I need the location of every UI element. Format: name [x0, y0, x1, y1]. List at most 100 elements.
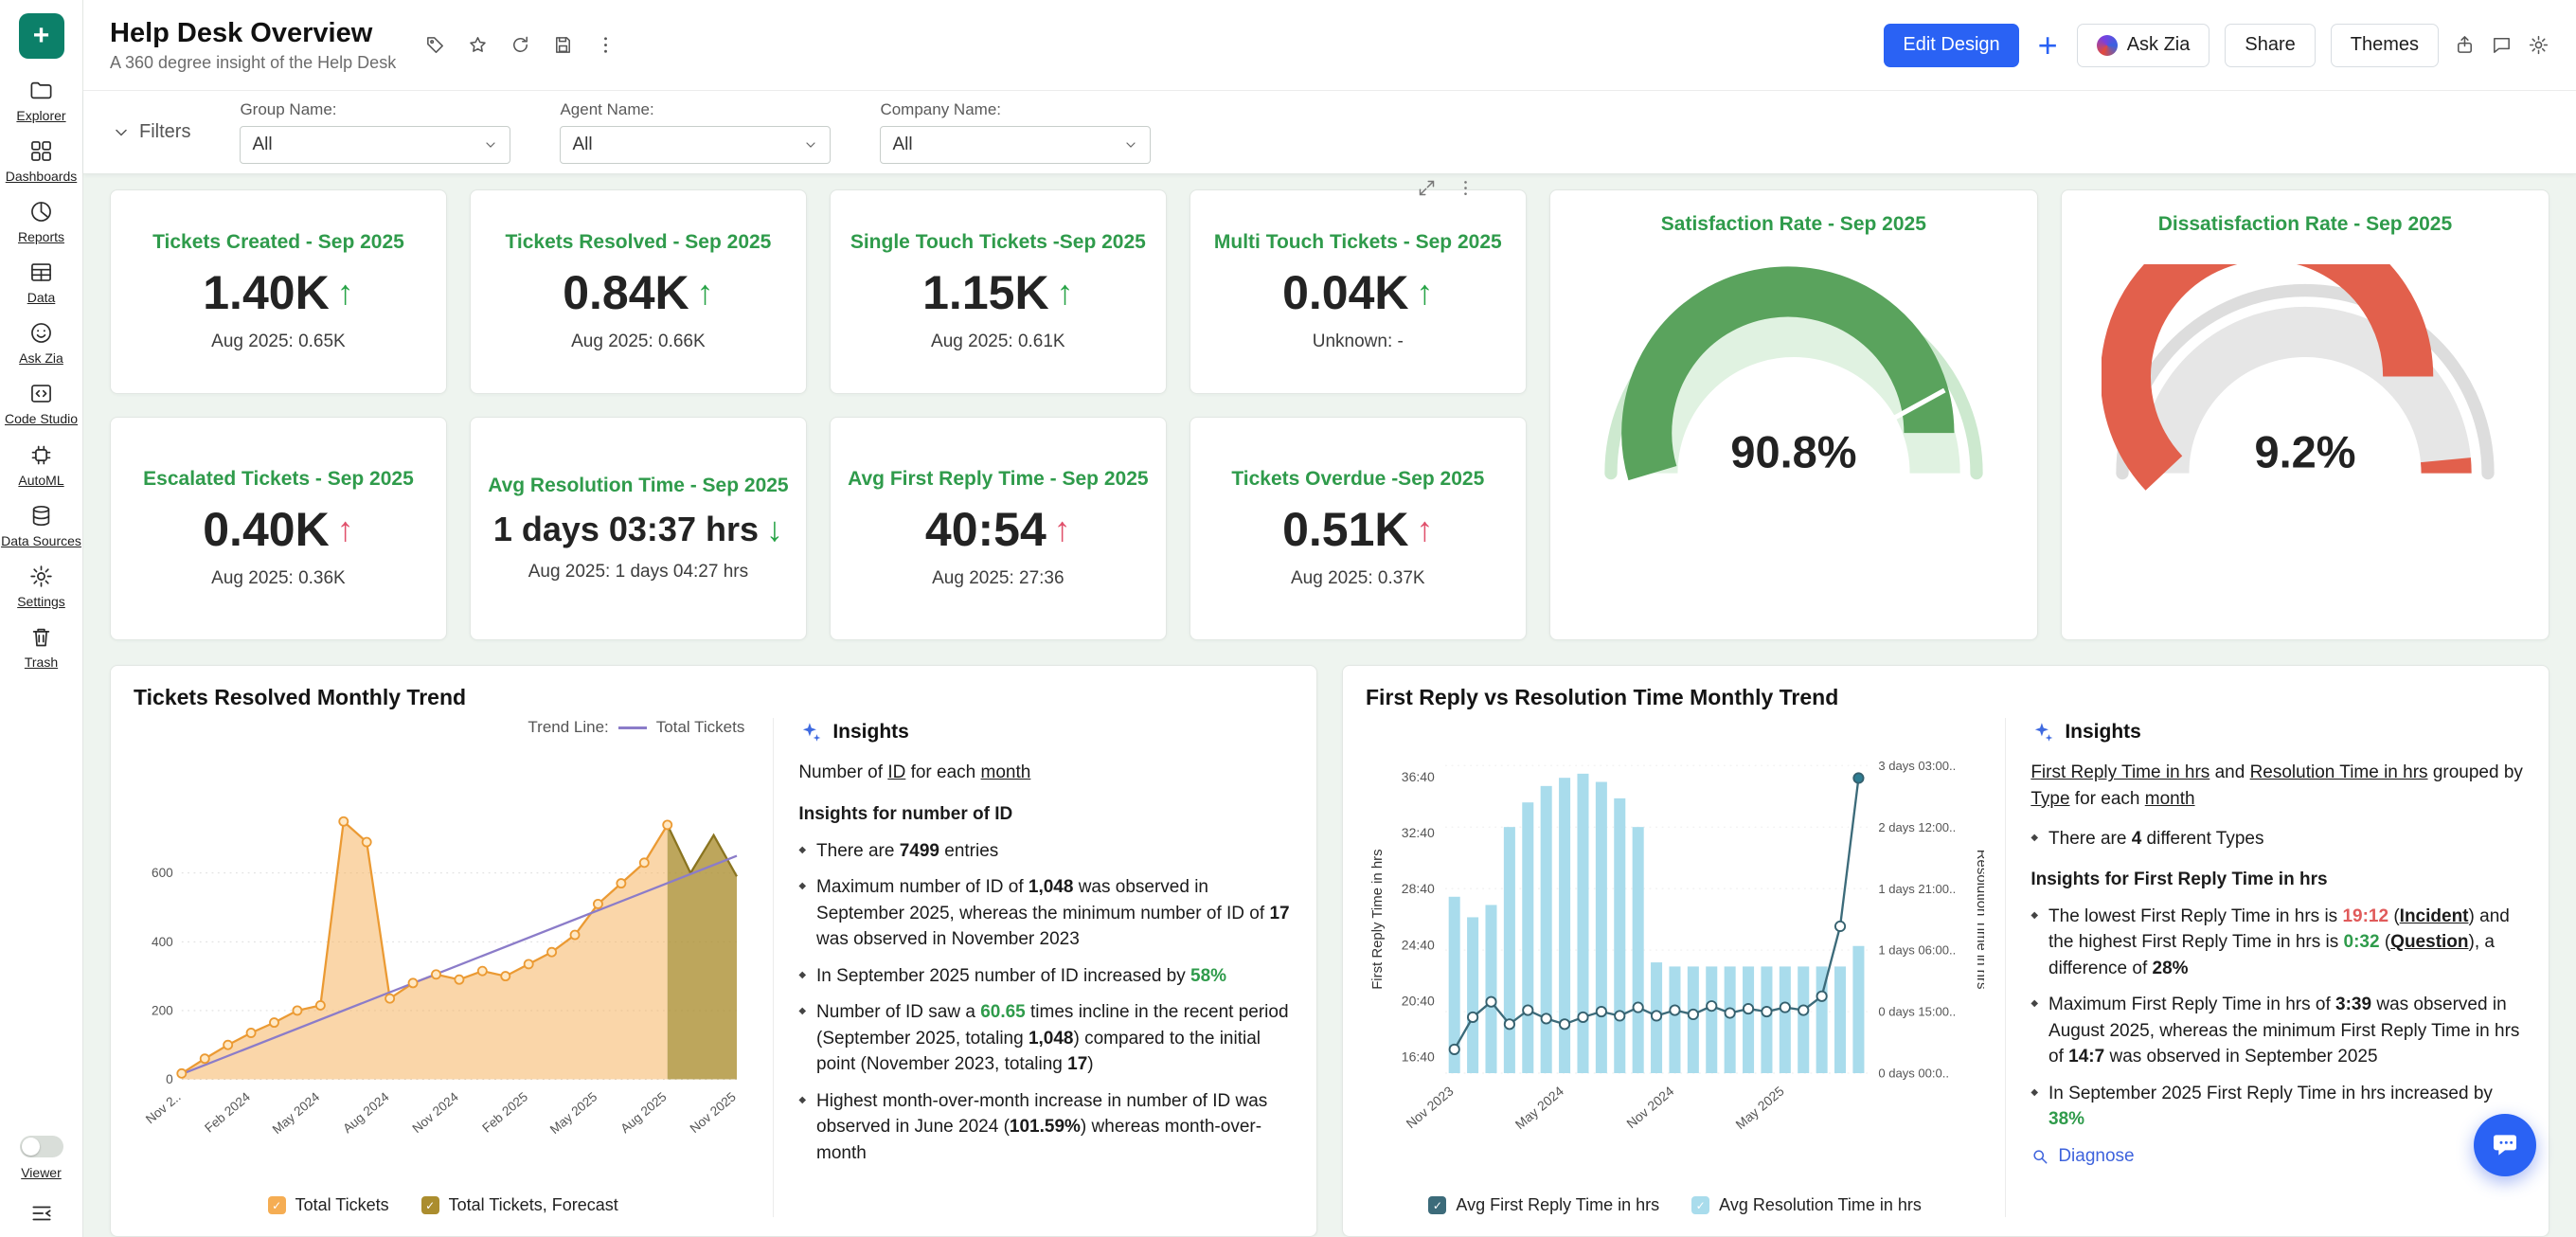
viewer-label: Viewer — [21, 1165, 62, 1180]
filter-agent-name: Agent Name: All — [560, 100, 831, 164]
collapse-sidebar-icon[interactable] — [29, 1201, 54, 1226]
trend-line-swatch — [618, 726, 647, 729]
insights-section-title: Insights for First Reply Time in hrs — [2030, 867, 2526, 893]
viewer-toggle[interactable] — [20, 1136, 63, 1157]
bullet-diamond-icon: ◆ — [798, 1005, 806, 1078]
svg-text:20:40: 20:40 — [1402, 993, 1435, 1008]
kpi-value: 1.40K↑ — [203, 269, 353, 316]
sidebar-item-explorer[interactable]: Explorer — [0, 78, 82, 123]
sidebar-item-data-sources[interactable]: Data Sources — [0, 503, 82, 548]
dashboard-canvas: Tickets Created - Sep 2025 1.40K↑ Aug 20… — [83, 174, 2576, 1237]
svg-text:2 days 12:00..: 2 days 12:00.. — [1878, 820, 1956, 834]
kpi-card-avg-first-reply[interactable]: Avg First Reply Time - Sep 2025 40:54↑ A… — [830, 417, 1167, 640]
bullet-text: Maximum number of ID of 1,048 was observ… — [816, 874, 1294, 953]
widget-expand-icon[interactable] — [1417, 178, 1437, 198]
company-name-select[interactable]: All — [880, 126, 1151, 164]
themes-button[interactable]: Themes — [2331, 24, 2439, 67]
first-reply-resolution-chart[interactable]: 0 days 00:0..0 days 15:00..1 days 06:00.… — [1366, 718, 1984, 1190]
widget-actions — [1417, 178, 1476, 198]
panel-first-reply-vs-resolution[interactable]: First Reply vs Resolution Time Monthly T… — [1342, 665, 2549, 1237]
sidebar-item-label: AutoML — [18, 473, 63, 488]
insights-bullet-list: ◆There are 7499 entries◆Maximum number o… — [798, 838, 1294, 1167]
sidebar-item-dashboards[interactable]: Dashboards — [0, 138, 82, 184]
sidebar-item-automl[interactable]: AutoML — [0, 442, 82, 488]
legend-item-avg-first-reply[interactable]: ✓ Avg First Reply Time in hrs — [1428, 1195, 1659, 1215]
insight-bullet: ◆In September 2025 First Reply Time in h… — [2030, 1081, 2526, 1133]
star-icon[interactable] — [467, 34, 489, 56]
filter-label: Agent Name: — [560, 100, 831, 119]
trash-icon — [28, 624, 54, 650]
kpi-title: Single Touch Tickets -Sep 2025 — [850, 231, 1146, 254]
legend-item-total-tickets[interactable]: ✓ Total Tickets — [268, 1195, 389, 1215]
kpi-trend-arrow: ↑ — [1417, 276, 1434, 310]
top-header: Help Desk Overview A 360 degree insight … — [83, 0, 2576, 91]
more-options-icon[interactable] — [595, 34, 617, 56]
kpi-subtext: Aug 2025: 0.37K — [1291, 568, 1425, 589]
app-logo[interactable]: + — [19, 13, 64, 59]
filters-toggle[interactable]: Filters — [112, 121, 190, 143]
sidebar-item-reports[interactable]: Reports — [0, 199, 82, 244]
sidebar-item-data[interactable]: Data — [0, 260, 82, 305]
insight-bullet: ◆Number of ID saw a 60.65 times incline … — [798, 999, 1294, 1078]
panel-tickets-resolved-trend[interactable]: Tickets Resolved Monthly Trend Trend Lin… — [110, 665, 1317, 1237]
share-button[interactable]: Share — [2225, 24, 2315, 67]
group-name-select[interactable]: All — [240, 126, 510, 164]
filter-group-name: Group Name: All — [240, 100, 510, 164]
svg-text:16:40: 16:40 — [1402, 1049, 1435, 1064]
sidebar-item-label: Trash — [25, 654, 58, 670]
export-icon[interactable] — [2454, 34, 2476, 56]
kpi-card-tickets-overdue[interactable]: Tickets Overdue -Sep 2025 0.51K↑ Aug 202… — [1190, 417, 1527, 640]
kpi-card-multi-touch[interactable]: Multi Touch Tickets - Sep 2025 0.04K↑ Un… — [1190, 189, 1527, 394]
kpi-card-avg-resolution[interactable]: Avg Resolution Time - Sep 2025 1 days 03… — [470, 417, 807, 640]
legend-swatch: ✓ — [421, 1196, 439, 1214]
legend-item-avg-resolution[interactable]: ✓ Avg Resolution Time in hrs — [1691, 1195, 1922, 1215]
refresh-icon[interactable] — [510, 34, 531, 56]
bullet-diamond-icon: ◆ — [798, 844, 806, 865]
widget-menu-icon[interactable] — [1456, 178, 1476, 198]
sidebar-item-settings[interactable]: Settings — [0, 564, 82, 609]
edit-design-button[interactable]: Edit Design — [1884, 24, 2018, 67]
gauge-card-satisfaction[interactable]: Satisfaction Rate - Sep 2025 90.8% — [1549, 189, 2038, 640]
chevron-down-icon — [803, 137, 818, 152]
title-block: Help Desk Overview A 360 degree insight … — [110, 18, 396, 73]
kpi-card-tickets-created[interactable]: Tickets Created - Sep 2025 1.40K↑ Aug 20… — [110, 189, 447, 394]
agent-name-select[interactable]: All — [560, 126, 831, 164]
sidebar-item-code-studio[interactable]: Code Studio — [0, 381, 82, 426]
code-studio-icon — [28, 381, 54, 406]
save-icon[interactable] — [552, 34, 574, 56]
select-value: All — [252, 134, 272, 155]
insight-bullet: ◆In September 2025 number of ID increase… — [798, 963, 1294, 990]
svg-text:0: 0 — [166, 1072, 173, 1086]
bullet-diamond-icon: ◆ — [798, 969, 806, 990]
legend-item-total-tickets-forecast[interactable]: ✓ Total Tickets, Forecast — [421, 1195, 618, 1215]
chart-legend: ✓ Total Tickets ✓ Total Tickets, Forecas… — [134, 1190, 752, 1217]
settings-gear-icon[interactable] — [2528, 34, 2549, 56]
tickets-resolved-chart[interactable]: 0200400600Nov 2..Feb 2024May 2024Aug 202… — [134, 737, 752, 1190]
kpi-card-tickets-resolved[interactable]: Tickets Resolved - Sep 2025 0.84K↑ Aug 2… — [470, 189, 807, 394]
add-button[interactable]: + — [2034, 28, 2062, 63]
tag-icon[interactable] — [424, 34, 446, 56]
kpi-subtext: Aug 2025: 0.66K — [571, 332, 706, 352]
diagnose-link[interactable]: Diagnose — [2030, 1143, 2526, 1170]
gauge-card-dissatisfaction[interactable]: Dissatisfaction Rate - Sep 2025 9.2% — [2061, 189, 2549, 640]
svg-text:0 days 00:0..: 0 days 00:0.. — [1878, 1067, 1949, 1081]
app-logo-plus: + — [33, 20, 50, 52]
ask-zia-button[interactable]: Ask Zia — [2077, 24, 2210, 67]
filter-label: Group Name: — [240, 100, 510, 119]
zia-logo-icon — [2097, 35, 2118, 56]
kpi-card-escalated[interactable]: Escalated Tickets - Sep 2025 0.40K↑ Aug … — [110, 417, 447, 640]
sidebar-item-label: Data — [27, 290, 56, 305]
bullet-diamond-icon: ◆ — [2030, 1086, 2038, 1133]
insights-header: Insights — [2030, 718, 2526, 746]
zia-chat-fab[interactable] — [2474, 1114, 2536, 1176]
comment-icon[interactable] — [2491, 34, 2513, 56]
svg-text:Resolution Time in hrs: Resolution Time in hrs — [1974, 850, 1984, 990]
kpi-card-single-touch[interactable]: Single Touch Tickets -Sep 2025 1.15K↑ Au… — [830, 189, 1167, 394]
sidebar-item-trash[interactable]: Trash — [0, 624, 82, 670]
sidebar-item-ask-zia[interactable]: Ask Zia — [0, 320, 82, 366]
panel-title: Tickets Resolved Monthly Trend — [134, 685, 1294, 710]
legend-swatch: ✓ — [1428, 1196, 1446, 1214]
svg-text:Feb 2024: Feb 2024 — [202, 1089, 253, 1136]
kpi-title: Multi Touch Tickets - Sep 2025 — [1214, 231, 1502, 254]
kpi-trend-arrow: ↓ — [766, 512, 783, 547]
